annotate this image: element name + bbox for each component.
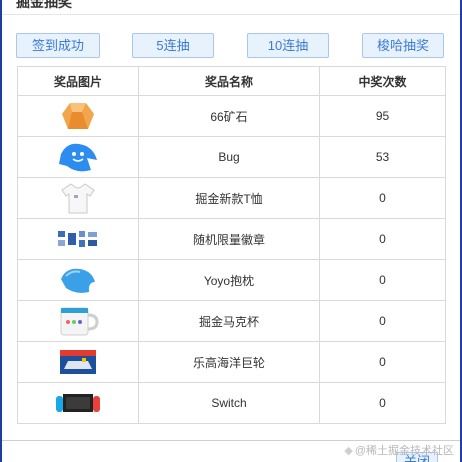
prize-table: 奖品图片 奖品名称 中奖次数 66矿石 95 Bug 53 掘金新款T恤 0 随… xyxy=(17,66,446,424)
suoha-draw-button[interactable]: 梭哈抽奖 xyxy=(362,33,444,58)
prize-image-cell xyxy=(17,341,139,383)
column-header-count: 中奖次数 xyxy=(319,66,446,96)
pillow-icon xyxy=(61,268,95,293)
prize-image-cell xyxy=(17,95,139,137)
lego-ship-icon xyxy=(60,350,96,374)
switch-console-icon xyxy=(56,394,100,412)
table-header-row: 奖品图片 奖品名称 中奖次数 xyxy=(17,66,446,96)
prize-image-cell xyxy=(17,136,139,178)
tshirt-icon xyxy=(61,183,95,214)
prize-name: 随机限量徽章 xyxy=(138,218,320,260)
prize-count: 53 xyxy=(319,136,446,178)
prize-image-cell xyxy=(17,177,139,219)
prize-name: Yoyo抱枕 xyxy=(138,259,320,301)
column-header-name: 奖品名称 xyxy=(138,66,320,96)
table-row: 乐高海洋巨轮 0 xyxy=(17,341,446,383)
bug-icon xyxy=(59,143,97,172)
prize-name: 乐高海洋巨轮 xyxy=(138,341,320,383)
footer-divider xyxy=(2,440,460,441)
prize-count: 0 xyxy=(319,177,446,219)
prize-image-cell xyxy=(17,300,139,342)
watermark: ◆ @稀土掘金技术社区 xyxy=(344,442,454,458)
prize-count: 0 xyxy=(319,218,446,260)
ore-icon xyxy=(62,103,94,129)
header-divider xyxy=(2,14,460,15)
juejin-logo-icon: ◆ xyxy=(344,445,353,457)
prize-name: Switch xyxy=(138,382,320,424)
prize-image-cell xyxy=(17,382,139,424)
column-header-image: 奖品图片 xyxy=(17,66,139,96)
draw-5-button[interactable]: 5连抽 xyxy=(132,33,214,58)
table-row: 掘金马克杯 0 xyxy=(17,300,446,342)
prize-name: 掘金新款T恤 xyxy=(138,177,320,219)
mug-icon xyxy=(60,307,99,336)
modal-title: 掘金抽奖 xyxy=(16,0,72,10)
checkin-button[interactable]: 签到成功 xyxy=(16,33,100,58)
prize-count: 95 xyxy=(319,95,446,137)
table-row: 掘金新款T恤 0 xyxy=(17,177,446,219)
lottery-modal: 掘金抽奖 签到成功 5连抽 10连抽 梭哈抽奖 奖品图片 奖品名称 中奖次数 6… xyxy=(2,0,460,462)
table-row: 66矿石 95 xyxy=(17,95,446,137)
prize-name: 掘金马克杯 xyxy=(138,300,320,342)
table-row: Switch 0 xyxy=(17,382,446,424)
table-row: Bug 53 xyxy=(17,136,446,178)
watermark-text: @稀土掘金技术社区 xyxy=(354,445,454,457)
prize-count: 0 xyxy=(319,259,446,301)
draw-10-button[interactable]: 10连抽 xyxy=(247,33,329,58)
badges-icon xyxy=(58,231,97,247)
prize-image-cell xyxy=(17,218,139,260)
prize-count: 0 xyxy=(319,382,446,424)
prize-count: 0 xyxy=(319,300,446,342)
table-row: 随机限量徽章 0 xyxy=(17,218,446,260)
prize-image-cell xyxy=(17,259,139,301)
prize-count: 0 xyxy=(319,341,446,383)
prize-name: 66矿石 xyxy=(138,95,320,137)
prize-name: Bug xyxy=(138,136,320,178)
table-row: Yoyo抱枕 0 xyxy=(17,259,446,301)
